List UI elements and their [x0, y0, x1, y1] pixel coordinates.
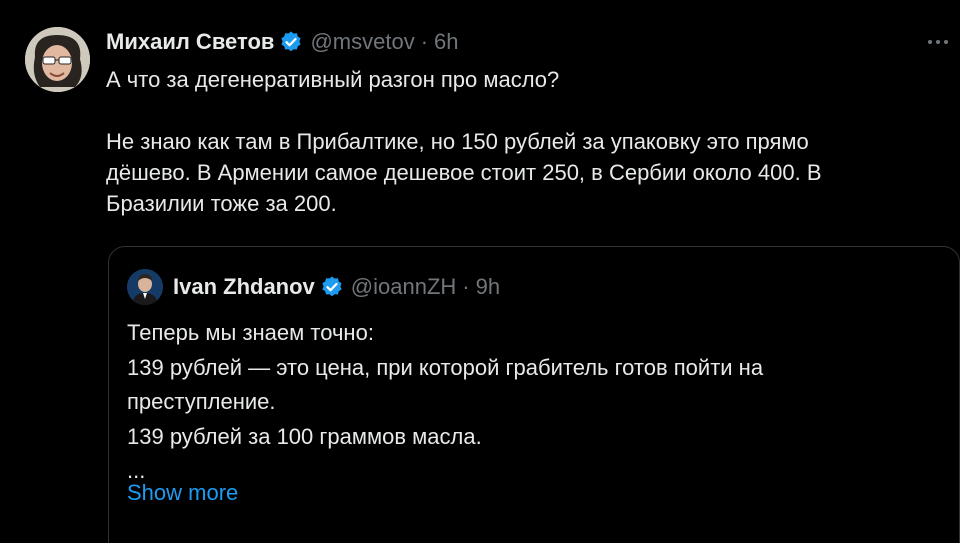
- quoted-tweet-line: ...: [127, 458, 146, 483]
- avatar-image: [25, 27, 90, 92]
- tweet-line: Не знаю как там в Прибалтике, но 150 руб…: [106, 129, 809, 154]
- avatar-image: [127, 269, 163, 305]
- quoted-tweet-header: Ivan Zhdanov @ioannZH · 9h: [127, 269, 500, 305]
- author-name[interactable]: Михаил Светов: [106, 29, 274, 55]
- show-more-link[interactable]: Show more: [127, 480, 238, 506]
- tweet-header: Михаил Светов @msvetov · 6h: [106, 26, 459, 58]
- tweet-text: А что за дегенеративный разгон про масло…: [106, 64, 926, 219]
- quoted-tweet-line: 139 рублей — это цена, при которой граби…: [127, 354, 764, 380]
- quoted-tweet-line: преступление.: [127, 389, 276, 414]
- tweet-line: А что за дегенеративный разгон про масло…: [106, 67, 560, 92]
- verified-badge-icon[interactable]: [320, 275, 344, 299]
- separator-dot: ·: [420, 29, 429, 54]
- tweet-line: Бразилии тоже за 200.: [106, 191, 337, 216]
- separator-dot: ·: [462, 274, 470, 299]
- quoted-tweet-line: 139 рублей за 100 граммов масла.: [127, 423, 482, 449]
- tweet-line: дёшево. В Армении самое дешевое стоит 25…: [106, 160, 822, 185]
- tweet-timestamp[interactable]: 6h: [434, 29, 458, 55]
- author-handle[interactable]: @msvetov: [310, 29, 414, 55]
- quoted-tweet-line: Теперь мы знаем точно:: [127, 320, 374, 345]
- tweet[interactable]: Михаил Светов @msvetov · 6h А что за дег…: [0, 0, 960, 543]
- author-avatar[interactable]: [25, 27, 90, 92]
- quoted-tweet[interactable]: Ivan Zhdanov @ioannZH · 9h Теперь мы зна…: [108, 246, 960, 543]
- quoted-tweet-timestamp[interactable]: 9h: [476, 274, 500, 300]
- quoted-author-handle[interactable]: @ioannZH: [351, 274, 457, 300]
- quoted-tweet-text: Теперь мы знаем точно: 139 рублей — это …: [127, 316, 927, 489]
- more-options-icon[interactable]: [918, 31, 958, 53]
- verified-badge-icon[interactable]: [279, 30, 303, 54]
- quoted-author-avatar: [127, 269, 163, 305]
- quoted-author-name[interactable]: Ivan Zhdanov: [173, 274, 315, 300]
